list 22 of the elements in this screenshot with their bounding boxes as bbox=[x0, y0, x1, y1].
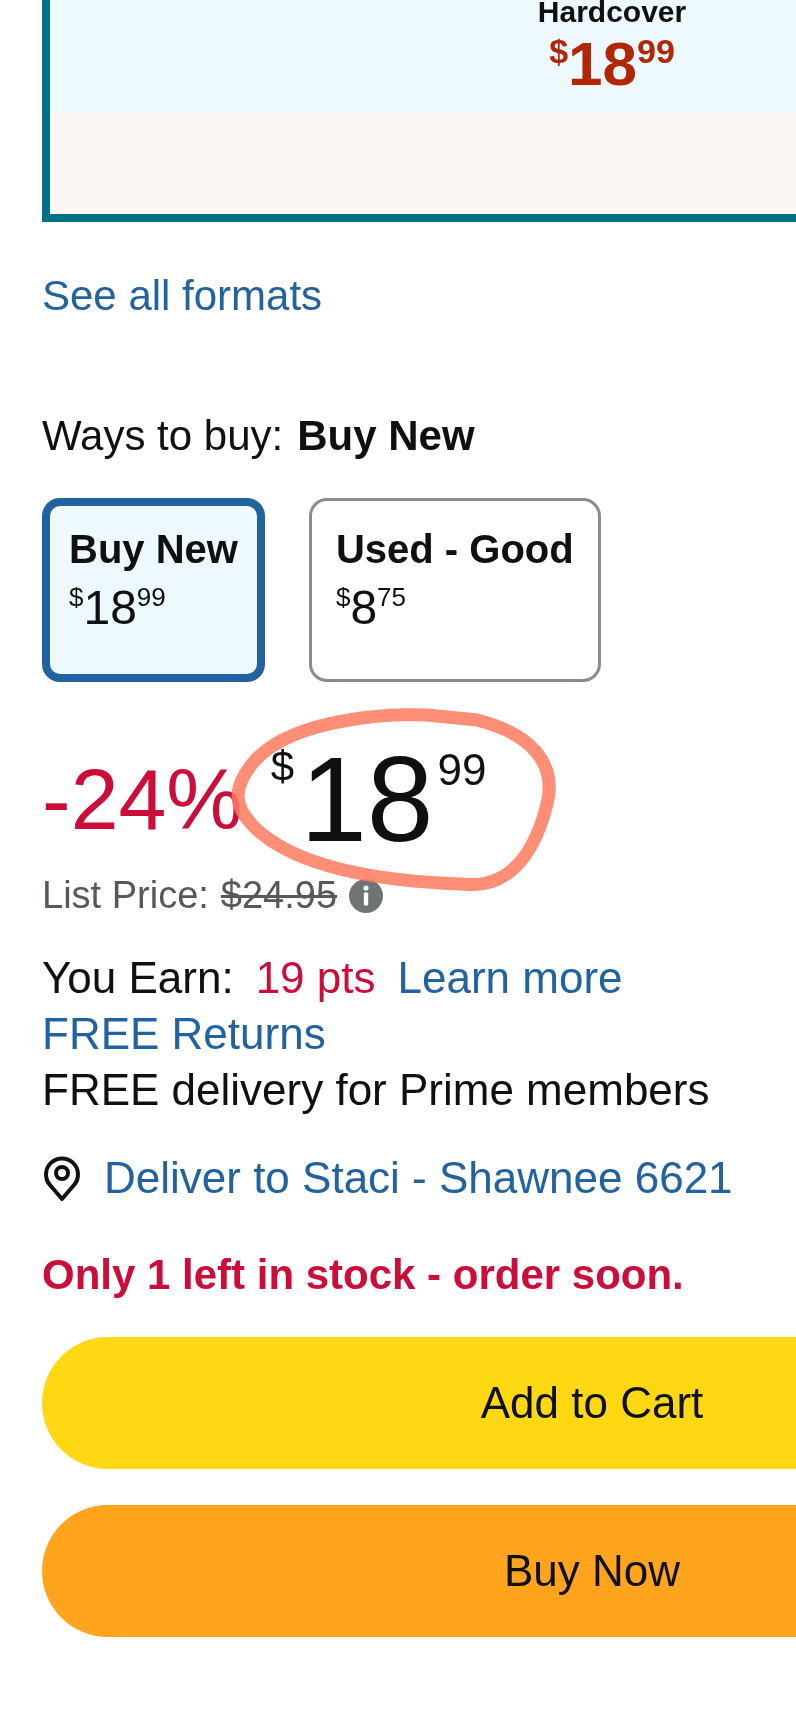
see-all-formats-link[interactable]: See all formats bbox=[42, 272, 323, 320]
delivery-text: FREE delivery for Prime members bbox=[42, 1065, 711, 1115]
location-pin-icon bbox=[42, 1154, 82, 1202]
points-value: 19 pts bbox=[255, 953, 376, 1003]
format-price: $^{$}$18$^{99}$ bbox=[549, 28, 675, 100]
add-to-cart-button[interactable]: Add to Cart bbox=[42, 1337, 796, 1469]
buying-option[interactable]: Used - Good $^{$}$8$^{75}$ bbox=[308, 498, 601, 682]
deliver-to-link[interactable]: Deliver to Staci - Shawnee 6621 bbox=[104, 1153, 733, 1203]
buy-now-button[interactable]: Buy Now bbox=[42, 1505, 796, 1637]
learn-more-link[interactable]: Learn more bbox=[397, 953, 623, 1003]
format-card[interactable]: Hardcover $^{$}$18$^{99}$ bbox=[42, 0, 796, 222]
list-price-value: $24.95 bbox=[220, 874, 338, 917]
price: $^{$}$18$^{99}$ bbox=[270, 734, 487, 864]
free-returns-link[interactable]: FREE Returns bbox=[42, 1009, 796, 1059]
you-earn-label: You Earn: bbox=[42, 953, 234, 1003]
list-price-label: List Price: bbox=[42, 874, 209, 917]
info-icon[interactable] bbox=[349, 878, 384, 913]
stock-warning: Only 1 left in stock - order soon. bbox=[42, 1251, 685, 1299]
ways-to-buy-label: Ways to buy: bbox=[42, 412, 284, 460]
buying-option[interactable]: Buy New $^{$}$18$^{99}$ bbox=[42, 498, 265, 682]
ways-to-buy-value: Buy New bbox=[297, 412, 475, 460]
format-title: Hardcover bbox=[537, 0, 687, 28]
